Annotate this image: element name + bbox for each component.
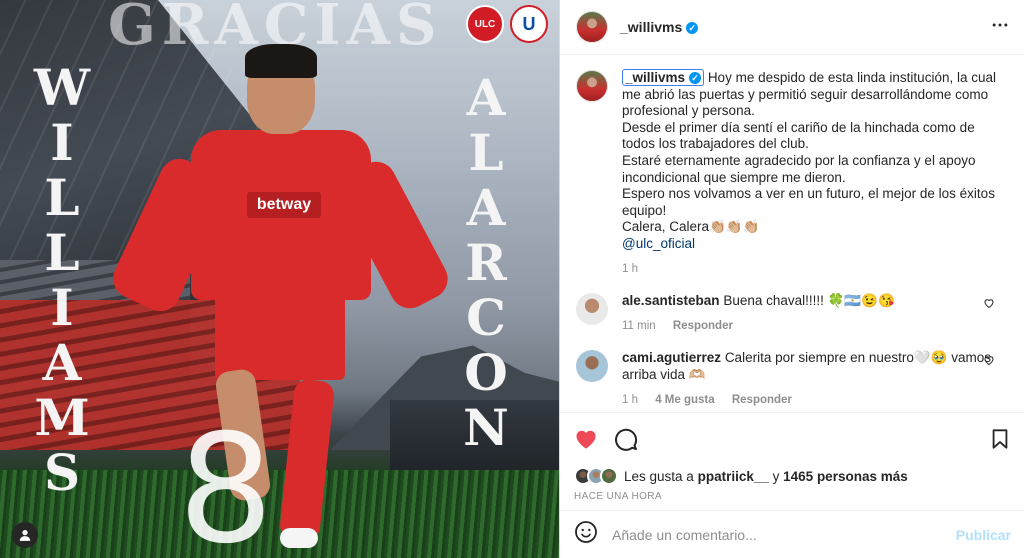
comment-text: Buena chaval!!!!! 🍀🇦🇷😉😘 [723,293,895,309]
comments-list[interactable]: _willivms ✓ Hoy me despido de esta linda … [560,56,1024,412]
instagram-post-view: GRACIAS W I L L I A M S A L A R C O N UL… [0,0,1024,558]
club-crest-ulc: ULC [466,5,504,43]
like-comment-heart-icon[interactable] [983,354,995,369]
commenter-avatar[interactable] [576,293,608,326]
post-image[interactable]: GRACIAS W I L L I A M S A L A R C O N UL… [0,0,559,558]
last-name-letter: O [464,343,508,402]
caption-avatar[interactable] [576,70,608,102]
first-name-letter: I [50,278,74,337]
likes-prefix: Les gusta a [624,468,694,484]
first-name-letter: L [44,223,80,282]
author-avatar[interactable] [576,11,608,43]
first-name-letter: W [33,58,91,117]
post-sidebar: _willivms ✓ _willivms ✓ Hoy me despido de … [559,0,1024,558]
caption-mention-link[interactable]: @ulc_oficial [622,236,695,251]
likes-others-count[interactable]: 1465 personas más [783,469,908,484]
author-username[interactable]: _willivms ✓ [620,19,699,35]
first-name-letter: M [34,388,90,447]
last-name-letter: R [465,233,507,292]
more-options-icon[interactable] [990,15,1010,41]
publish-comment-button[interactable]: Publicar [956,527,1011,543]
like-comment-heart-icon[interactable] [983,297,995,312]
player-hair [245,44,317,78]
caption-time[interactable]: 1 h [622,263,638,275]
reply-button[interactable]: Responder [732,394,792,406]
first-name-letter: L [44,168,80,227]
comment-likes-count[interactable]: 4 Me gusta [655,394,714,406]
like-heart-icon[interactable] [574,427,598,456]
last-name-letter: A [466,178,506,237]
verified-badge-icon: ✓ [686,22,699,34]
post-header: _willivms ✓ [560,0,1024,55]
first-name-letter: S [43,443,81,502]
bookmark-icon[interactable] [989,428,1011,455]
last-name-letter: C [466,288,506,347]
tagged-users-button[interactable] [12,522,38,548]
comment-bubble-icon[interactable] [614,427,638,456]
first-name-letter: A [42,333,82,392]
player-boot [280,528,318,548]
caption-row: _willivms ✓ Hoy me despido de esta linda … [576,69,1009,278]
last-name-letter: A [466,68,506,127]
first-name-letter: I [50,113,74,172]
action-bar [574,427,1011,455]
comment-meta: 11 min Responder [622,318,1009,335]
comment-row: cami.agutierrez Calerita por siempre en … [576,350,1009,408]
user-icon [19,530,31,541]
author-username-text[interactable]: _willivms [620,19,682,35]
emoji-picker-icon[interactable] [574,520,598,549]
last-name-letter: L [468,123,504,182]
comment-body: ale.santisteban Buena chaval!!!!! 🍀🇦🇷😉😘 … [622,293,1009,334]
comment-meta: 1 h 4 Me gusta Responder [622,392,1009,409]
comment-time[interactable]: 1 h [622,394,638,406]
comment-username[interactable]: ale.santisteban [622,293,720,308]
comment-username[interactable]: cami.agutierrez [622,350,721,365]
comment-input[interactable] [612,526,956,543]
last-name-letter: N [463,398,509,457]
caption-username[interactable]: _willivms ✓ [622,69,705,86]
add-comment-bar: Publicar [560,510,1024,558]
comment-row: ale.santisteban Buena chaval!!!!! 🍀🇦🇷😉😘 … [576,293,1009,334]
reply-button[interactable]: Responder [673,320,733,332]
shirt-number: 8 [178,403,274,558]
liker-username[interactable]: ppatriick__ [698,469,769,484]
caption-meta: 1 h [622,261,1009,278]
player-leg-right [278,378,336,542]
player-shorts [215,290,345,380]
last-name-vertical: A L A R C O N [456,70,516,455]
likes-summary: Les gusta a ppatriick__ y 1465 personas … [574,467,1011,485]
club-crest-u: U [510,5,548,43]
likes-joiner: y [772,468,780,484]
caption-body: _willivms ✓ Hoy me despido de esta linda … [622,69,1009,278]
post-timestamp[interactable]: HACE UNA HORA [574,491,1011,502]
post-actions: Les gusta a ppatriick__ y 1465 personas … [560,412,1024,502]
shirt-sponsor: betway [247,192,321,218]
commenter-avatar[interactable] [576,350,608,383]
caption-username-text[interactable]: _willivms [625,70,685,85]
comment-body: cami.agutierrez Calerita por siempre en … [622,350,1009,408]
first-name-vertical: W I L L I A M S [32,60,92,500]
player-figure: betway [106,40,465,558]
likes-text: Les gusta a ppatriick__ y 1465 personas … [624,469,908,484]
verified-badge-icon: ✓ [689,72,702,84]
comment-time[interactable]: 11 min [622,320,656,332]
caption-text: Hoy me despido de esta linda institución… [622,70,996,235]
liker-avatar[interactable] [600,467,618,485]
